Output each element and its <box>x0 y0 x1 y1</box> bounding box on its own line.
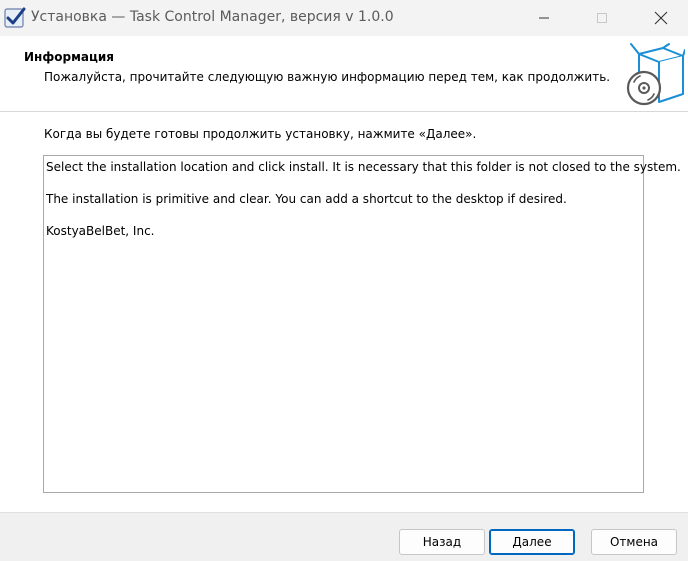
maximize-icon <box>597 13 607 23</box>
setup-check-icon[interactable] <box>4 7 26 29</box>
next-button[interactable]: Далее <box>489 529 575 555</box>
info-line: The installation is primitive and clear.… <box>46 192 567 206</box>
page-subtitle: Пожалуйста, прочитайте следующую важную … <box>44 70 611 84</box>
minimize-icon <box>539 17 549 19</box>
info-line: Select the installation location and cli… <box>46 160 681 174</box>
minimize-button[interactable] <box>521 0 567 36</box>
close-icon <box>654 11 668 25</box>
window-title: Установка — Task Control Manager, версия… <box>31 9 394 25</box>
back-button[interactable]: Назад <box>399 529 485 555</box>
box-disc-icon <box>626 43 685 106</box>
maximize-button[interactable] <box>579 0 625 36</box>
wizard-header: Информация Пожалуйста, прочитайте следую… <box>0 36 688 112</box>
info-memo[interactable]: Select the installation location and cli… <box>43 155 681 493</box>
close-button[interactable] <box>638 0 684 36</box>
instruction-text: Когда вы будете готовы продолжить устано… <box>44 127 477 141</box>
title-bar[interactable]: Установка — Task Control Manager, версия… <box>0 0 688 36</box>
cancel-button[interactable]: Отмена <box>591 529 677 555</box>
wizard-footer: Назад Далее Отмена <box>0 512 688 561</box>
wizard-body: Когда вы будете готовы продолжить устано… <box>0 112 688 512</box>
info-line: KostyaBelBet, Inc. <box>46 224 155 238</box>
page-title: Информация <box>24 50 114 64</box>
